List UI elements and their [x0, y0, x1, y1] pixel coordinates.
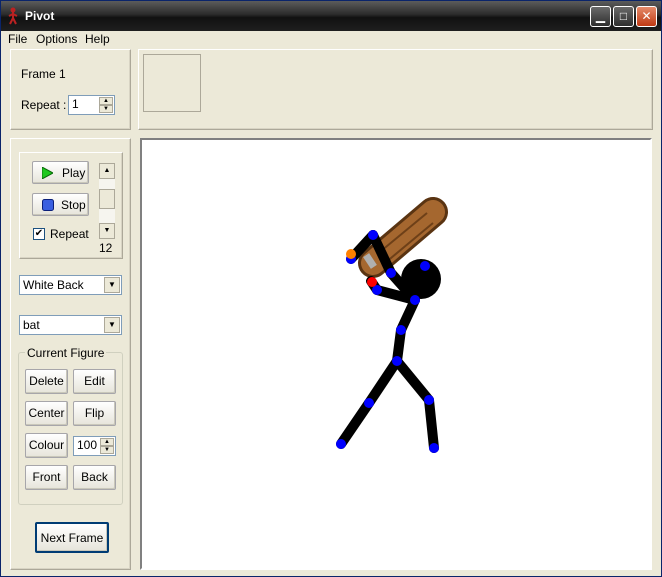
center-button[interactable]: Center [25, 401, 68, 426]
stop-icon [42, 199, 54, 211]
minimize-icon: ▁ [595, 9, 606, 23]
flip-button[interactable]: Flip [73, 401, 116, 426]
stick-figure-scene[interactable] [142, 140, 650, 568]
speed-slider[interactable]: ▲ ▼ [99, 163, 115, 239]
maximize-button[interactable]: □ [613, 6, 634, 27]
pivot-window: Pivot ▁ □ ✕ File Options Help Frame 1 Re… [0, 0, 662, 577]
joint-handle[interactable] [364, 398, 374, 408]
current-figure-label: Current Figure [25, 346, 107, 360]
menu-file[interactable]: File [8, 32, 27, 46]
frame-thumbnail[interactable] [143, 54, 201, 112]
chevron-down-icon[interactable]: ▼ [104, 277, 120, 293]
joint-handle[interactable] [424, 395, 434, 405]
spinner-arrows[interactable]: ▲ ▼ [100, 438, 114, 454]
colour-spinner[interactable]: 100 ▲ ▼ [73, 436, 116, 456]
frame-label: Frame 1 [21, 67, 66, 81]
edit-label: Edit [84, 374, 105, 388]
front-label: Front [32, 470, 61, 484]
colour-button[interactable]: Colour [25, 433, 68, 458]
close-icon: ✕ [641, 9, 652, 23]
play-label: Play [62, 166, 86, 180]
bat-joint-handle[interactable] [346, 249, 356, 259]
window-title: Pivot [25, 9, 55, 23]
minimize-button[interactable]: ▁ [590, 6, 611, 27]
delete-button[interactable]: Delete [25, 369, 68, 394]
frame-thumbnail-strip [138, 49, 653, 130]
background-select-value: White Back [23, 278, 84, 292]
menu-options[interactable]: Options [36, 32, 77, 46]
animation-canvas[interactable] [140, 138, 652, 570]
scroll-up-icon[interactable]: ▲ [99, 163, 115, 179]
background-select[interactable]: White Back ▼ [19, 275, 122, 295]
joint-handle[interactable] [396, 325, 406, 335]
title-bar[interactable]: Pivot ▁ □ ✕ [1, 1, 661, 31]
joint-handle[interactable] [429, 443, 439, 453]
back-button[interactable]: Back [73, 465, 116, 490]
repeat-count-spinner[interactable]: 1 ▲ ▼ [68, 95, 115, 115]
play-button[interactable]: Play [32, 161, 89, 184]
joint-handle[interactable] [336, 439, 346, 449]
repeat-count-label: Repeat : [21, 98, 67, 112]
center-label: Center [28, 406, 65, 420]
maximize-icon: □ [619, 9, 628, 23]
edit-button[interactable]: Edit [73, 369, 116, 394]
colour-label: Colour [28, 438, 65, 452]
speed-thumb[interactable] [99, 189, 115, 209]
colour-value: 100 [77, 438, 98, 452]
stop-label: Stop [61, 198, 86, 212]
pivot-logo-icon [8, 7, 18, 25]
play-icon [42, 167, 53, 179]
flip-label: Flip [84, 406, 105, 420]
figure-select[interactable]: bat ▼ [19, 315, 122, 335]
spin-down-icon[interactable]: ▼ [100, 446, 114, 454]
close-button[interactable]: ✕ [636, 6, 657, 27]
figure-select-value: bat [23, 318, 40, 332]
spin-up-icon[interactable]: ▲ [99, 97, 113, 105]
joint-handle[interactable] [386, 268, 396, 278]
joint-handle[interactable] [420, 261, 430, 271]
speed-value: 12 [99, 241, 113, 255]
stop-button[interactable]: Stop [32, 193, 89, 216]
joint-handle[interactable] [368, 230, 378, 240]
joint-handle[interactable] [410, 295, 420, 305]
spin-up-icon[interactable]: ▲ [100, 438, 114, 446]
next-frame-button[interactable]: Next Frame [35, 522, 109, 553]
spin-down-icon[interactable]: ▼ [99, 105, 113, 113]
root-joint-handle[interactable] [367, 277, 377, 287]
front-button[interactable]: Front [25, 465, 68, 490]
menu-help[interactable]: Help [85, 32, 110, 46]
scroll-down-icon[interactable]: ▼ [99, 223, 115, 239]
menu-bar: File Options Help [1, 31, 661, 48]
delete-label: Delete [29, 374, 64, 388]
back-label: Back [81, 470, 108, 484]
joint-handle[interactable] [392, 356, 402, 366]
spinner-arrows[interactable]: ▲ ▼ [99, 97, 113, 113]
frame-panel: Frame 1 Repeat : 1 ▲ ▼ [10, 49, 131, 130]
repeat-checkbox[interactable]: ✔ [33, 228, 45, 240]
repeat-count-value: 1 [72, 97, 79, 111]
next-frame-label: Next Frame [40, 531, 104, 545]
chevron-down-icon[interactable]: ▼ [104, 317, 120, 333]
repeat-checkbox-label: Repeat [50, 227, 89, 241]
